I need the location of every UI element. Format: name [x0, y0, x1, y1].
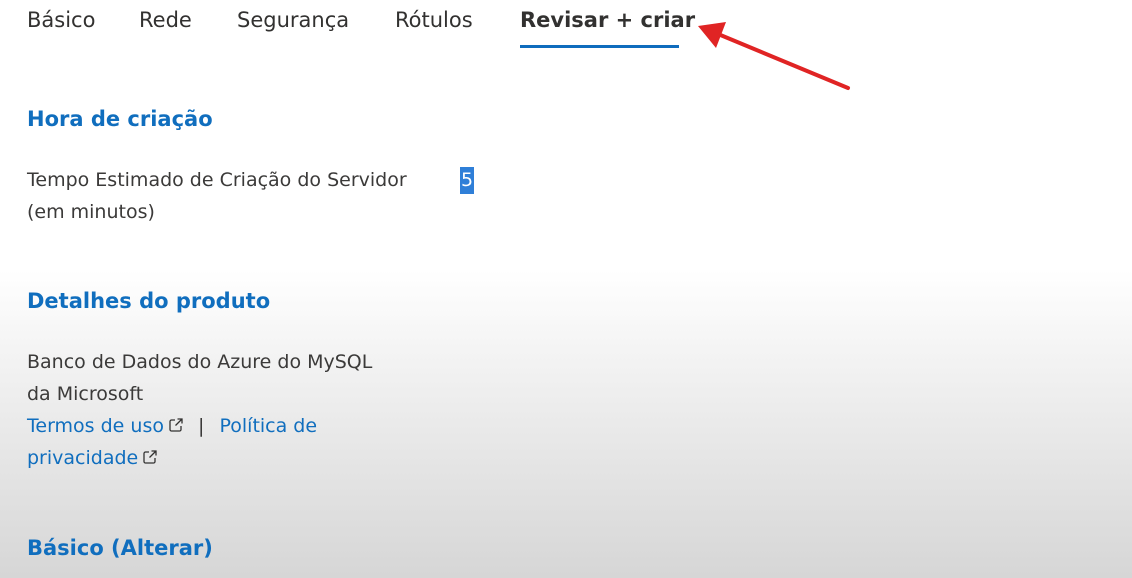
product-name: Banco de Dados do Azure do MySQL	[27, 351, 373, 373]
estimated-time-unit-label: (em minutos)	[27, 201, 155, 223]
estimated-time-value: 5	[460, 167, 475, 194]
product-details-heading: Detalhes do produto	[27, 289, 271, 313]
link-separator: |	[198, 415, 205, 437]
privacy-policy-label: privacidade	[27, 447, 139, 469]
tab-basico[interactable]: Básico	[27, 5, 95, 35]
product-links-row: Termos de uso | Política de	[27, 410, 317, 442]
external-link-icon	[169, 418, 183, 432]
tab-rotulos[interactable]: Rótulos	[395, 5, 473, 35]
tab-seguranca[interactable]: Segurança	[237, 5, 349, 35]
privacy-policy-link-row: privacidade	[27, 442, 158, 474]
privacy-policy-link[interactable]: Política de	[219, 415, 317, 437]
terms-of-use-link[interactable]: Termos de uso	[27, 415, 184, 437]
product-publisher: da Microsoft	[27, 383, 144, 405]
privacy-policy-link-continued[interactable]: privacidade	[27, 447, 158, 469]
active-tab-indicator	[520, 45, 679, 48]
tab-revisar-criar[interactable]: Revisar + criar	[520, 5, 695, 35]
tab-rede[interactable]: Rede	[139, 5, 192, 35]
terms-of-use-label: Termos de uso	[27, 415, 164, 437]
creation-time-heading: Hora de criação	[27, 107, 213, 131]
basics-section-heading[interactable]: Básico (Alterar)	[27, 533, 213, 563]
external-link-icon	[143, 450, 157, 464]
annotation-arrow-icon	[698, 22, 850, 90]
estimated-time-label: Tempo Estimado de Criação do Servidor	[27, 169, 407, 191]
